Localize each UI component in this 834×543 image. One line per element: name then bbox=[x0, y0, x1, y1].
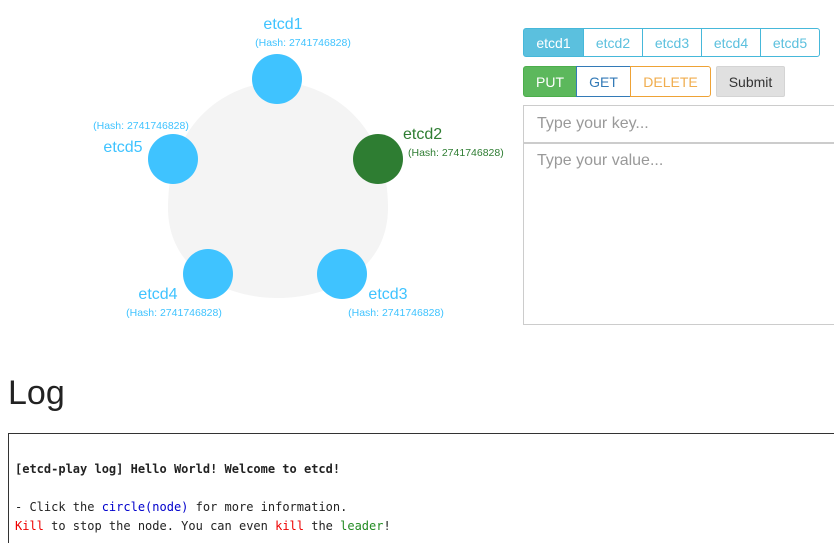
operation-buttons: PUT GET DELETE bbox=[523, 66, 711, 97]
tab-etcd2[interactable]: etcd2 bbox=[583, 28, 643, 57]
node-name-label: etcd5 bbox=[103, 139, 142, 156]
node-name-label: etcd1 bbox=[263, 16, 302, 33]
node-etcd5[interactable]: etcd5 (Hash: 2741746828) bbox=[93, 120, 198, 184]
node-circle-etcd3[interactable] bbox=[317, 249, 367, 299]
value-input[interactable] bbox=[523, 143, 834, 325]
tab-etcd4[interactable]: etcd4 bbox=[701, 28, 761, 57]
log-text: - Click the bbox=[15, 500, 102, 514]
node-hash-label: (Hash: 2741746828) bbox=[93, 120, 189, 132]
node-circle-etcd2[interactable] bbox=[353, 134, 403, 184]
node-circle-etcd5[interactable] bbox=[148, 134, 198, 184]
node-etcd2[interactable]: etcd2 (Hash: 2741746828) bbox=[353, 126, 504, 184]
put-button[interactable]: PUT bbox=[523, 66, 577, 97]
log-kill-word: kill bbox=[275, 519, 304, 533]
node-name-label: etcd2 bbox=[403, 126, 442, 143]
cluster-diagram: etcd1 (Hash: 2741746828) etcd2 (Hash: 27417… bbox=[93, 16, 504, 319]
delete-button[interactable]: DELETE bbox=[630, 66, 711, 97]
tab-etcd5[interactable]: etcd5 bbox=[760, 28, 820, 57]
node-hash-label: (Hash: 2741746828) bbox=[126, 307, 222, 319]
log-line-kill: Kill to stop the node. You can even kill… bbox=[15, 517, 834, 536]
log-line-click: - Click the circle(node) for more inform… bbox=[15, 498, 834, 517]
log-text: for more information. bbox=[188, 500, 348, 514]
tab-etcd3[interactable]: etcd3 bbox=[642, 28, 702, 57]
log-text: the bbox=[304, 519, 341, 533]
log-text: to stop the node. You can even bbox=[43, 519, 276, 533]
node-hash-label: (Hash: 2741746828) bbox=[408, 147, 504, 159]
node-hash-label: (Hash: 2741746828) bbox=[348, 307, 444, 319]
log-panel: [etcd-play log] Hello World! Welcome to … bbox=[8, 433, 834, 543]
log-spacer bbox=[15, 479, 834, 498]
node-circle-etcd1[interactable] bbox=[252, 54, 302, 104]
node-hash-label: (Hash: 2741746828) bbox=[255, 37, 351, 49]
node-name-label: etcd3 bbox=[368, 286, 407, 303]
log-kill-word: Kill bbox=[15, 519, 44, 533]
node-etcd4[interactable]: etcd4 (Hash: 2741746828) bbox=[126, 249, 233, 319]
node-tabs: etcd1 etcd2 etcd3 etcd4 etcd5 bbox=[523, 28, 820, 57]
submit-button[interactable]: Submit bbox=[716, 66, 785, 97]
node-circle-etcd4[interactable] bbox=[183, 249, 233, 299]
log-leader-word: leader bbox=[340, 519, 384, 533]
get-button[interactable]: GET bbox=[576, 66, 631, 97]
node-etcd3[interactable]: etcd3 (Hash: 2741746828) bbox=[317, 249, 444, 319]
log-circle-node-link: circle(node) bbox=[101, 500, 189, 514]
log-title: Log bbox=[8, 374, 65, 412]
node-name-label: etcd4 bbox=[138, 286, 177, 303]
log-header: [etcd-play log] Hello World! Welcome to … bbox=[15, 462, 341, 476]
log-text: ! bbox=[383, 519, 391, 533]
tab-etcd1[interactable]: etcd1 bbox=[523, 28, 584, 57]
key-input[interactable] bbox=[523, 105, 834, 143]
